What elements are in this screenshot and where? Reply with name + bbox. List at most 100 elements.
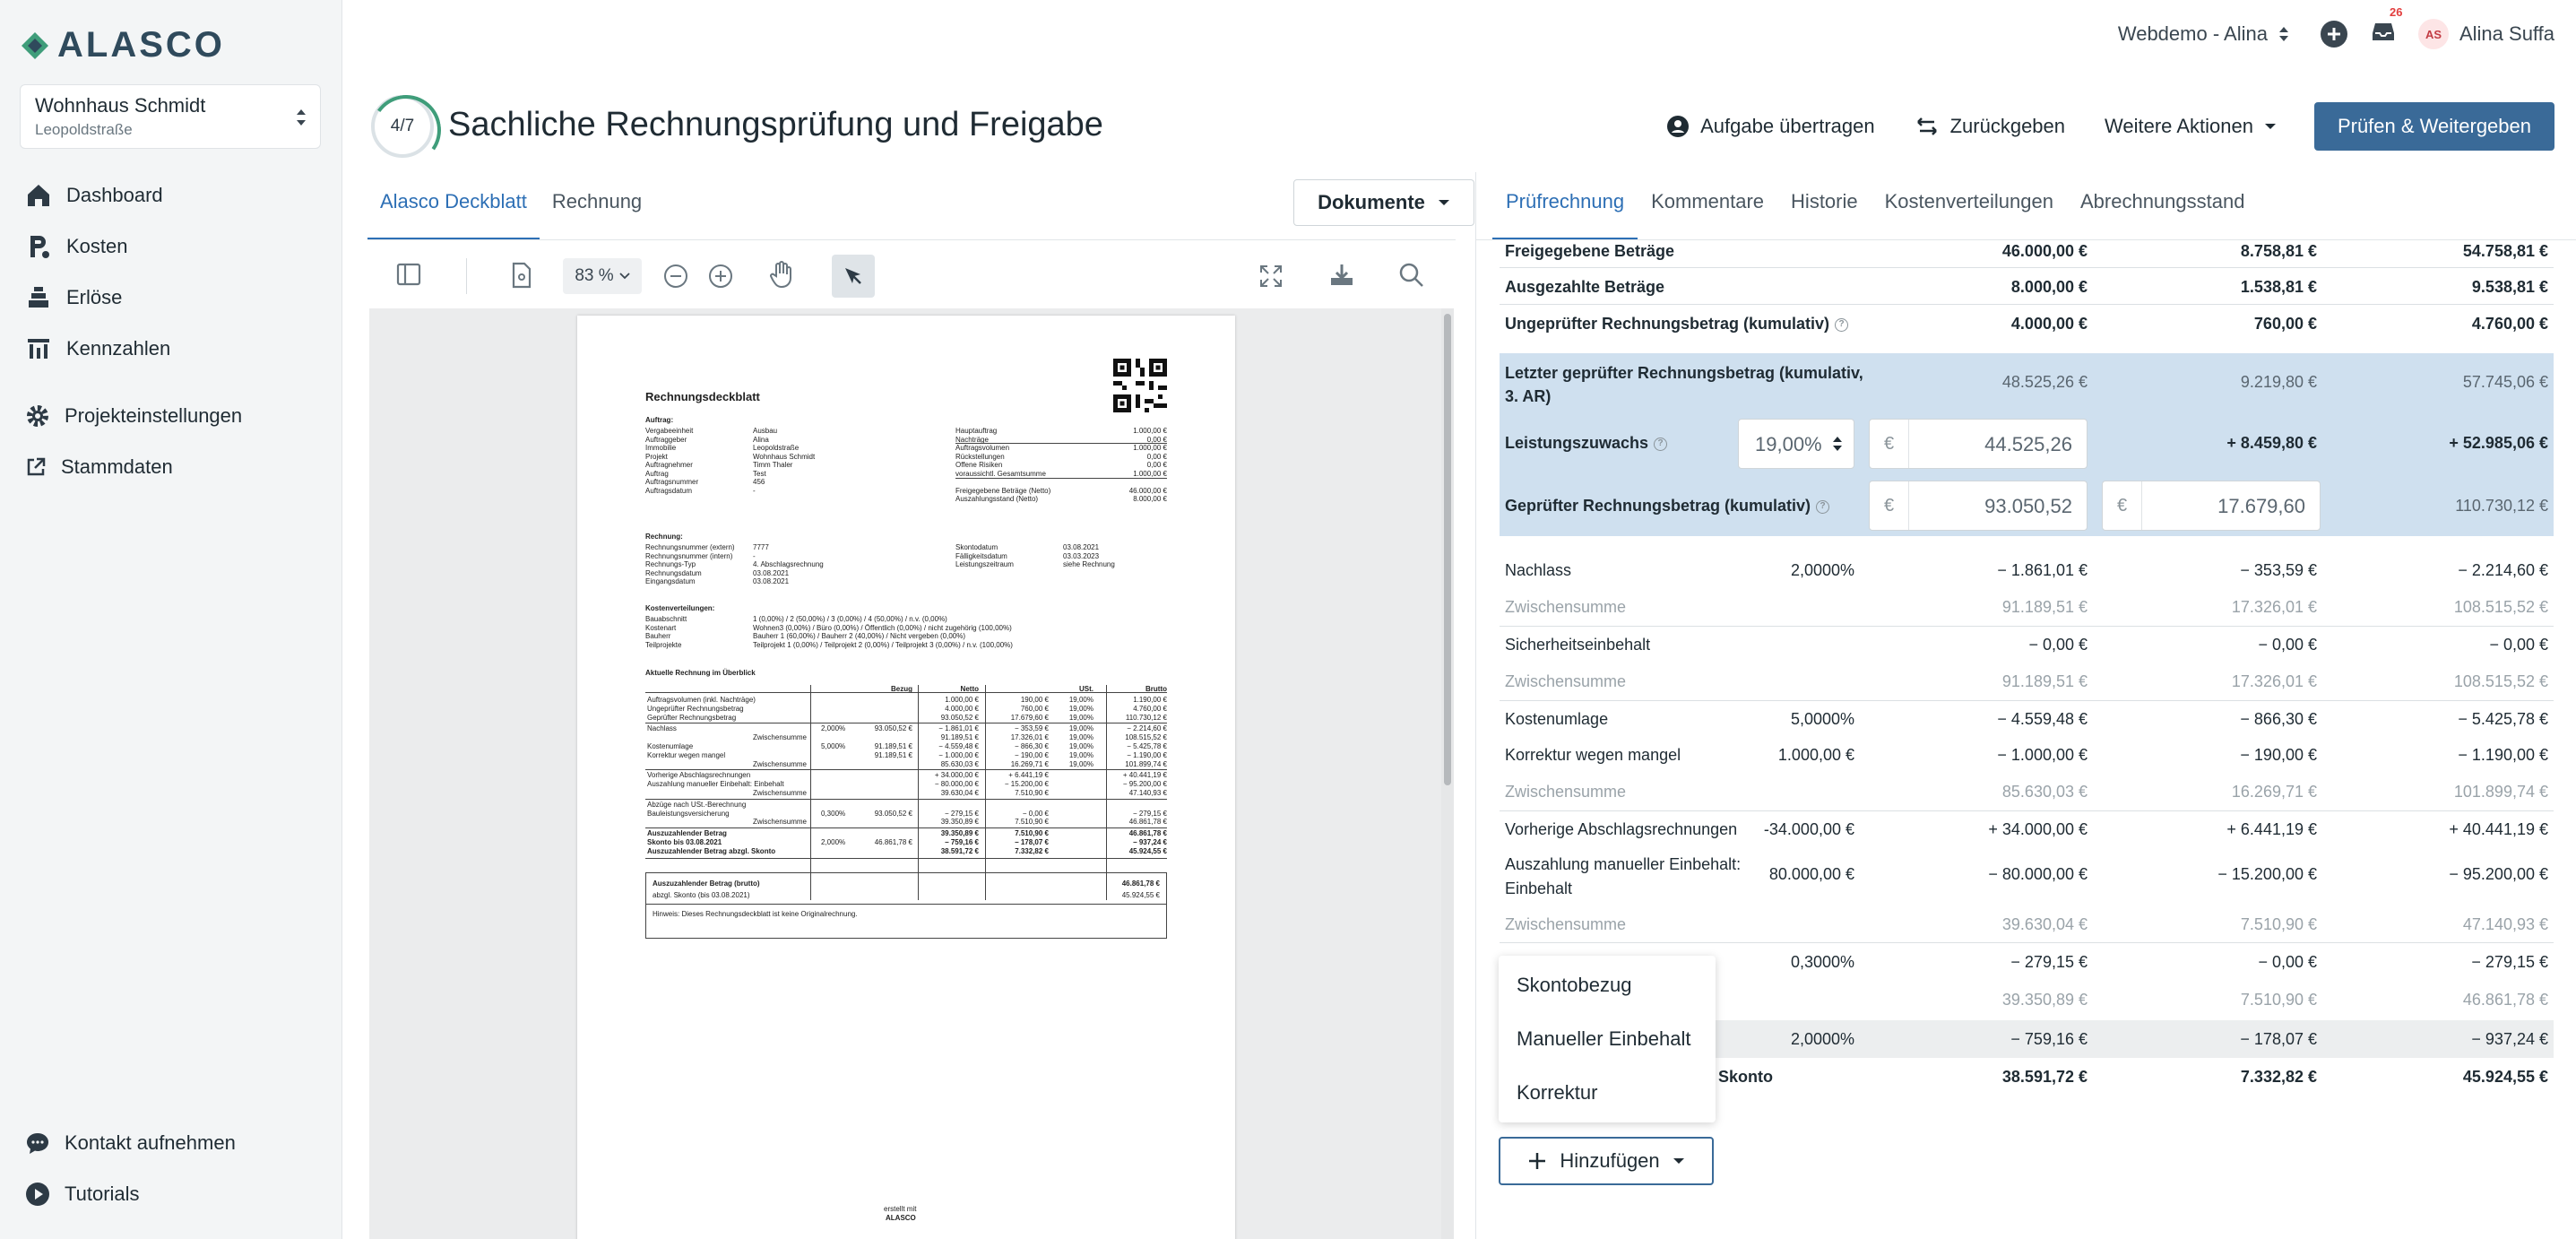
doc-table-cell: Zwischensumme — [752, 733, 807, 742]
doc-table-cell: Geprüfter Rechnungsbetrag — [647, 713, 737, 722]
tab-rechnung[interactable]: Rechnung — [540, 172, 654, 240]
doc-table-cell: 93.050,52 € — [874, 724, 912, 733]
row-label: Korrektur wegen mangel — [1505, 746, 1681, 764]
viewer-scrollbar[interactable] — [1441, 308, 1454, 1239]
doc-section-heading: Kostenverteilungen: — [645, 604, 715, 612]
fullscreen-icon[interactable] — [1258, 264, 1284, 289]
row-label: Leistungszuwachs — [1505, 434, 1649, 452]
doc-table-cell: 2,000% — [821, 838, 846, 846]
nav-kosten[interactable]: Kosten — [25, 229, 128, 264]
doc-table-cell: − 2.214,60 € — [1127, 724, 1167, 733]
doc-value: 1.000,00 € — [1133, 444, 1167, 452]
notifications-button[interactable]: 26 — [2370, 5, 2402, 50]
doc-value: Bauherr 1 (60,00%) / Bauherr 2 (40,00%) … — [753, 632, 966, 640]
doc-table-cell: 47.140,93 € — [1128, 789, 1167, 797]
row-label: Freigegebene Beträge — [1505, 242, 1675, 260]
doc-table-cell: Skonto bis 03.08.2021 — [647, 838, 722, 846]
select-tool-button[interactable] — [832, 255, 875, 298]
menu-item-manueller-einbehalt[interactable]: Manueller Einbehalt — [1517, 1027, 1690, 1051]
tab-kostenverteilungen[interactable]: Kostenverteilungen — [1871, 172, 2067, 240]
doc-rule — [645, 857, 1167, 859]
menu-item-korrektur[interactable]: Korrektur — [1517, 1081, 1597, 1105]
user-menu[interactable]: AS Alina Suffa — [2417, 19, 2554, 49]
nav-dashboard[interactable]: Dashboard — [25, 178, 163, 213]
zoom-in-icon[interactable] — [708, 264, 733, 289]
download-icon[interactable] — [1328, 262, 1355, 289]
info-icon[interactable]: ? — [1816, 499, 1830, 514]
tab-kommentare[interactable]: Kommentare — [1638, 172, 1777, 240]
doc-table-cell: 760,00 € — [1020, 704, 1049, 713]
doc-table-cell: 19,00% — [1068, 704, 1094, 713]
geprueft-ust-input[interactable]: € 17.679,60 — [2102, 481, 2321, 531]
nav-label: Kosten — [66, 235, 128, 257]
zoom-out-icon[interactable] — [663, 264, 688, 289]
tab-pruefrechnung[interactable]: Prüfrechnung — [1492, 172, 1638, 240]
doc-table-cell: 1.190,00 € — [1133, 696, 1167, 704]
sidebar-toggle-icon[interactable] — [396, 262, 421, 287]
row-auszahlung-einbehalt: Auszahlung manueller Einbehalt: Einbehalt… — [1500, 847, 2554, 906]
nav-projekteinstellungen[interactable]: Projekteinstellungen — [25, 398, 242, 434]
doc-value: Test — [753, 469, 766, 478]
nav-stammdaten[interactable]: Stammdaten — [25, 449, 173, 485]
doc-label: Auftrag — [645, 469, 669, 478]
ust-value: − 0,00 € — [2258, 953, 2317, 971]
hand-tool-icon[interactable] — [769, 260, 794, 289]
avatar: AS — [2417, 19, 2449, 49]
nav-tutorials[interactable]: Tutorials — [25, 1176, 140, 1212]
add-button[interactable]: Hinzufügen — [1499, 1137, 1714, 1185]
scrollbar-thumb[interactable] — [1444, 314, 1451, 785]
doc-table-cell: − 0,00 € — [1022, 809, 1049, 818]
ust-value: 8.758,81 € — [2240, 242, 2317, 260]
more-actions-dropdown[interactable]: Weitere Aktionen — [2085, 102, 2296, 151]
nav-erloese[interactable]: Erlöse — [25, 280, 122, 316]
doc-table-cell: 46.861,78 € — [874, 838, 912, 846]
row-zwischensumme: Zwischensumme 91.189,51 € 17.326,01 € 10… — [1500, 663, 2554, 700]
approve-forward-button[interactable]: Prüfen & Weitergeben — [2313, 102, 2554, 151]
zoom-select[interactable]: 83 % — [563, 258, 642, 294]
tab-alasco-deckblatt[interactable]: Alasco Deckblatt — [367, 172, 540, 240]
nav-kennzahlen[interactable]: Kennzahlen — [25, 331, 170, 367]
info-icon[interactable]: ? — [1835, 317, 1849, 332]
doc-table-cell: 19,00% — [1068, 696, 1094, 704]
doc-label: voraussichtl. Gesamtsumme — [955, 469, 1046, 478]
doc-footer-text: erstellt mit — [884, 1205, 917, 1213]
doc-table-cell: 110.730,12 € — [1125, 713, 1167, 722]
doc-table-cell: 7.510,90 € — [1015, 818, 1049, 827]
caret-down-icon — [1673, 1158, 1684, 1164]
doc-table-cell: − 178,07 € — [1014, 838, 1049, 846]
menu-item-skontobezug[interactable]: Skontobezug — [1517, 974, 1631, 997]
doc-table-cell: 5,000% — [821, 742, 846, 750]
pdf-toolbar: 83 % — [367, 240, 1456, 312]
alasco-logo[interactable]: ALASCO — [20, 25, 225, 65]
add-circle-icon[interactable] — [2320, 20, 2348, 48]
doc-table-vrule — [918, 685, 919, 900]
chart-icon — [28, 339, 49, 359]
info-icon[interactable]: ? — [1654, 437, 1668, 451]
return-button[interactable]: Zurückgeben — [1895, 102, 2085, 151]
leistung-netto-input[interactable]: € 44.525,26 — [1869, 419, 2088, 469]
tab-abrechnungsstand[interactable]: Abrechnungsstand — [2067, 172, 2258, 240]
bezug-value: 2,0000% — [1790, 561, 1854, 579]
search-icon[interactable] — [1398, 262, 1425, 289]
workspace-selector[interactable]: Webdemo - Alina — [2118, 22, 2289, 46]
documents-dropdown[interactable]: Dokumente — [1293, 179, 1474, 226]
add-label: Hinzufügen — [1560, 1149, 1660, 1172]
doc-table-cell: Zwischensumme — [752, 818, 807, 827]
page-icon[interactable] — [511, 262, 532, 289]
vat-rate-select[interactable]: 19,00% — [1738, 419, 1854, 469]
doc-label: Offene Risiken — [955, 461, 1003, 469]
doc-section-heading: Aktuelle Rechnung im Überblick — [645, 669, 756, 677]
project-selector[interactable]: Wohnhaus Schmidt Leopoldstraße — [20, 84, 321, 149]
doc-table-cell: − 937,24 € — [1132, 838, 1167, 846]
brutto-value: − 1.190,00 € — [2458, 746, 2548, 764]
pdf-viewer[interactable]: Rechnungsdeckblatt Auftrag: Vergabeeinheit… — [369, 308, 1454, 1239]
transfer-task-button[interactable]: Aufgabe übertragen — [1647, 102, 1895, 151]
doc-table-cell: − 279,15 € — [1132, 809, 1167, 818]
brutto-value: − 2.214,60 € — [2458, 561, 2548, 579]
doc-value: 1.000,00 € — [1133, 427, 1167, 435]
row-label-line1: Letzter geprüfter Rechnungsbetrag (kumul… — [1505, 364, 1863, 382]
geprueft-netto-input[interactable]: € 93.050,52 — [1869, 481, 2088, 531]
doc-rule — [955, 443, 1167, 444]
nav-kontakt[interactable]: Kontakt aufnehmen — [25, 1125, 236, 1161]
tab-historie[interactable]: Historie — [1777, 172, 1871, 240]
